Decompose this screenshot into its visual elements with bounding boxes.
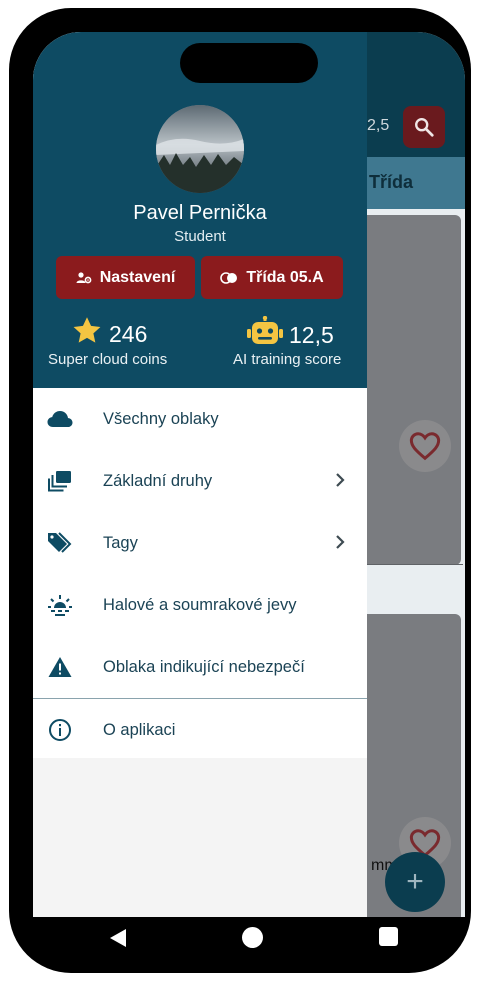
app-score-text: 2,5 bbox=[367, 117, 390, 134]
user-name: Pavel Pernička bbox=[133, 202, 267, 224]
card-divider bbox=[351, 564, 463, 565]
circles-icon bbox=[220, 271, 238, 284]
class-button[interactable]: Třída 05.A bbox=[201, 256, 343, 299]
drawer-header: Pavel Pernička Student Nastavení Třída 0… bbox=[33, 32, 367, 388]
settings-button-label: Nastavení bbox=[99, 268, 176, 286]
drawer-empty-area bbox=[33, 758, 367, 917]
user-role: Student bbox=[174, 228, 226, 245]
home-button[interactable] bbox=[242, 927, 263, 948]
menu-item-label: Tagy bbox=[103, 533, 138, 552]
navigation-drawer: Pavel Pernička Student Nastavení Třída 0… bbox=[33, 32, 367, 917]
drawer-menu: Všechny oblaky Základní druhy Tagy Halov… bbox=[33, 388, 367, 761]
avatar-photo bbox=[156, 105, 244, 193]
coins-value: 246 bbox=[109, 320, 148, 347]
tab-class[interactable]: Třída bbox=[369, 172, 413, 193]
robot-icon bbox=[247, 315, 283, 354]
sunset-icon bbox=[47, 593, 73, 617]
camera-notch bbox=[180, 43, 318, 83]
coins-label: Super cloud coins bbox=[48, 351, 168, 368]
score-stat: 12,5 bbox=[247, 315, 334, 354]
cloud-card[interactable] bbox=[351, 215, 461, 565]
settings-button[interactable]: Nastavení bbox=[56, 256, 195, 299]
screen: 2,5 Třída mm + Pavel Pernička Student Na… bbox=[33, 32, 465, 917]
cloud-icon bbox=[47, 407, 73, 431]
chevron-right-icon bbox=[334, 471, 346, 494]
star-icon bbox=[71, 316, 103, 352]
search-icon bbox=[415, 118, 434, 137]
menu-item-label: Všechny oblaky bbox=[103, 409, 219, 428]
menu-item-halo-twilight[interactable]: Halové a soumrakové jevy bbox=[33, 574, 367, 636]
back-button[interactable] bbox=[108, 927, 128, 954]
menu-item-label: Halové a soumrakové jevy bbox=[103, 595, 297, 614]
back-icon bbox=[110, 929, 126, 947]
people-settings-icon bbox=[76, 271, 92, 285]
chevron-right-icon bbox=[334, 533, 346, 556]
warning-icon bbox=[47, 655, 73, 679]
avatar[interactable] bbox=[156, 105, 244, 193]
heart-icon bbox=[409, 432, 441, 461]
menu-item-label: O aplikaci bbox=[103, 720, 176, 739]
class-button-label: Třída 05.A bbox=[246, 268, 324, 286]
score-label: AI training score bbox=[233, 351, 342, 368]
collections-icon bbox=[47, 469, 73, 493]
menu-item-label: Oblaka indikující nebezpečí bbox=[103, 657, 305, 676]
info-icon bbox=[47, 718, 73, 742]
system-navigation-bar bbox=[24, 909, 456, 965]
menu-item-tags[interactable]: Tagy bbox=[33, 512, 367, 574]
menu-item-label: Základní druhy bbox=[103, 471, 213, 490]
add-button[interactable]: + bbox=[385, 852, 445, 912]
favorite-button[interactable] bbox=[399, 420, 451, 472]
phone-frame: 2,5 Třída mm + Pavel Pernička Student Na… bbox=[9, 8, 471, 973]
menu-item-basic-types[interactable]: Základní druhy bbox=[33, 450, 367, 512]
search-button[interactable] bbox=[403, 106, 445, 148]
menu-item-danger-clouds[interactable]: Oblaka indikující nebezpečí bbox=[33, 636, 367, 698]
score-value: 12,5 bbox=[289, 321, 334, 348]
menu-item-all-clouds[interactable]: Všechny oblaky bbox=[33, 388, 367, 450]
recents-button[interactable] bbox=[379, 927, 398, 946]
menu-item-about[interactable]: O aplikaci bbox=[33, 699, 367, 761]
coins-stat: 246 bbox=[71, 316, 147, 352]
tags-icon bbox=[47, 531, 73, 555]
